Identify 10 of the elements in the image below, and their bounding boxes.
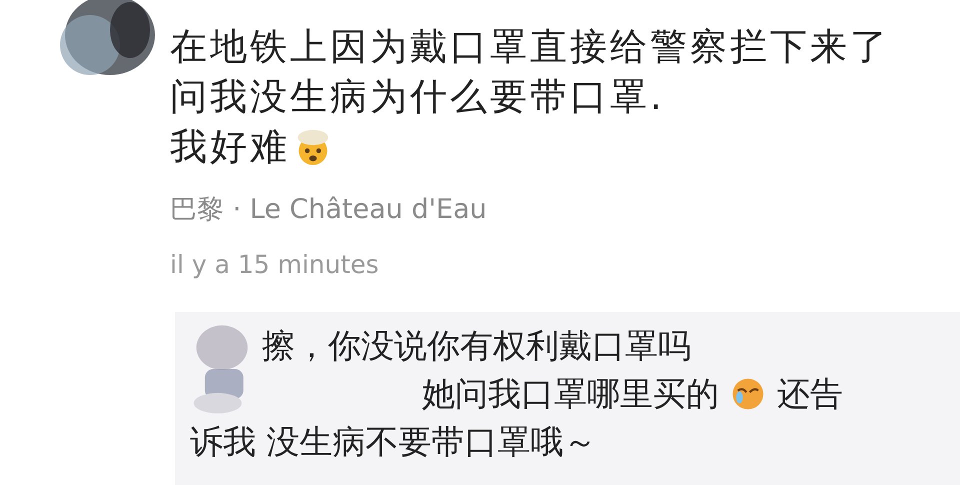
- crying-emoji-icon: [731, 377, 765, 411]
- location-text: 巴黎 · Le Château d'Eau: [170, 193, 488, 227]
- comment-text: 擦，你没说你有权利戴口罩吗: [262, 325, 691, 367]
- post-text: 我好难: [170, 122, 960, 172]
- comment-text: 诉我 没生病不要带口罩哦～: [190, 421, 596, 463]
- comment-text: 她问我口罩哪里买的: [422, 373, 719, 415]
- timestamp: il y a 15 minutes: [170, 249, 380, 281]
- comment-text: 还告: [777, 373, 843, 415]
- post-text: 问我没生病为什么要带口罩.: [170, 74, 666, 120]
- post-text: 在地铁上因为戴口罩直接给警察拦下来了: [170, 24, 891, 70]
